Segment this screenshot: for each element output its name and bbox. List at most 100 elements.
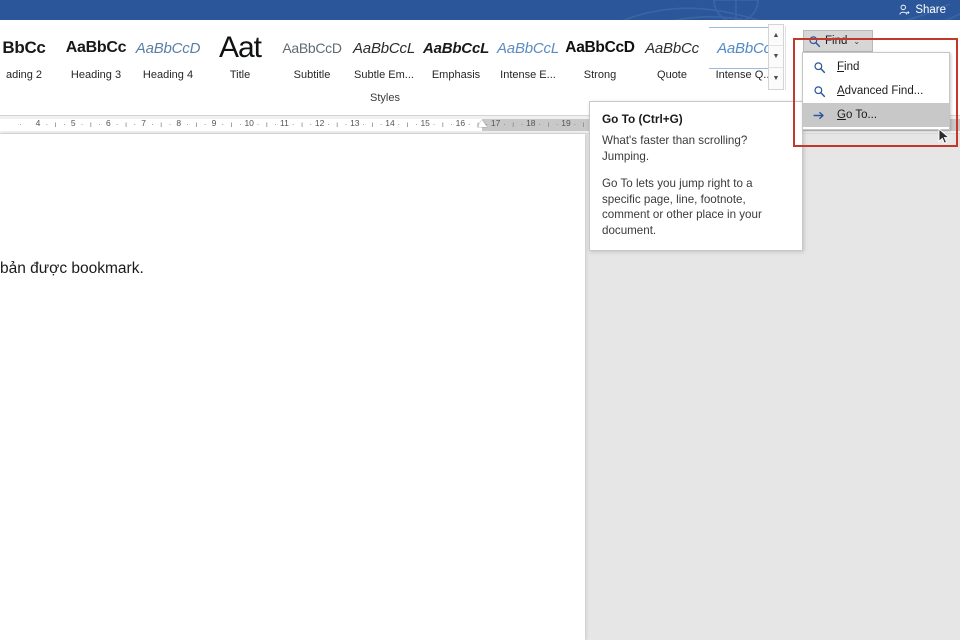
gallery-scroll-down-button[interactable]: ▼ <box>769 46 783 68</box>
menu-item-label: Advanced Find... <box>837 85 924 97</box>
ruler-minor-tick: · <box>555 119 559 129</box>
style-name-label: Subtle Em... <box>354 69 414 81</box>
styles-gallery-scrollbar[interactable]: ▲ ▼ ▼ <box>768 24 784 90</box>
group-divider <box>785 26 786 90</box>
ruler-minor-tick: · <box>467 119 471 129</box>
style-gallery-item[interactable]: AaBbCcL Intense E... <box>492 24 564 88</box>
find-dropdown-menu[interactable]: Find Advanced Find... Go To... <box>802 52 950 130</box>
ruler-minor-tick: ı <box>582 119 585 129</box>
share-button[interactable]: Share <box>894 1 950 19</box>
ruler-minor-tick: · <box>502 119 506 129</box>
style-preview: BbCc <box>2 38 46 57</box>
style-gallery-item[interactable]: AaBbCcL Emphasis <box>420 24 492 88</box>
style-preview: AaBbCcL <box>422 39 490 57</box>
style-name-label: Strong <box>583 69 617 81</box>
ruler-minor-tick: · <box>168 119 172 129</box>
ruler-minor-tick: ı <box>89 119 92 129</box>
ruler-minor-tick: · <box>573 119 577 129</box>
menu-item-advanced-find[interactable]: Advanced Find... <box>803 79 949 103</box>
style-name-label: Quote <box>657 69 687 81</box>
magnifier-icon <box>809 35 821 47</box>
ribbon: BbCc ading 2 AaBbCc Heading 3 AaBbCcD Heading… <box>0 20 960 147</box>
ruler-minor-tick: · <box>62 119 66 129</box>
gallery-scroll-up-button[interactable]: ▲ <box>769 25 783 47</box>
editing-secondary-button[interactable] <box>883 30 947 52</box>
ruler-minor-tick: · <box>256 119 260 129</box>
ruler-minor-tick: · <box>291 119 295 129</box>
tooltip-paragraph: Go To lets you jump right to a specific … <box>602 177 762 237</box>
ruler-minor-tick: ı <box>230 119 233 129</box>
style-preview: AaBbCcD <box>565 39 635 56</box>
menu-item-go-to[interactable]: Go To... <box>803 103 949 127</box>
tooltip-title: Go To (Ctrl+G) <box>602 112 683 126</box>
ruler-minor-tick: · <box>538 119 542 129</box>
ruler-minor-tick: ı <box>160 119 163 129</box>
style-preview: AaBbCcL <box>353 39 415 57</box>
ruler-minor-tick: ı <box>371 119 374 129</box>
style-preview: AaBbCcD <box>282 40 342 56</box>
menu-item-label: Go To... <box>837 109 878 121</box>
tooltip-body: What's faster than scrolling? Jumping. Go… <box>602 133 790 238</box>
ruler-minor-tick: ı <box>547 119 550 129</box>
ruler-tick-label: 10 <box>244 118 254 128</box>
ruler-minor-tick: ı <box>476 119 480 129</box>
ruler-minor-tick: ı <box>336 119 339 129</box>
ruler-tick-label: 18 <box>526 118 536 128</box>
ruler-minor-tick: · <box>80 119 84 129</box>
style-name-label: Subtitle <box>293 69 331 81</box>
goto-tooltip: Go To (Ctrl+G) What's faster than scroll… <box>589 101 803 251</box>
tooltip-paragraph: What's faster than scrolling? Jumping. <box>602 134 748 163</box>
ruler-minor-tick: · <box>432 119 436 129</box>
ruler-tick-label: 13 <box>350 118 360 128</box>
styles-gallery[interactable]: BbCc ading 2 AaBbCc Heading 3 AaBbCcD Heading… <box>0 24 780 90</box>
ruler-tick-label: 9 <box>211 118 217 128</box>
style-gallery-item[interactable]: BbCc ading 2 <box>0 24 60 88</box>
ruler-minor-tick: · <box>238 119 242 129</box>
ruler-tick-label: 19 <box>561 118 571 128</box>
document-paragraph[interactable]: bản được bookmark. <box>0 260 144 278</box>
ruler-minor-tick: · <box>450 119 454 129</box>
ruler-minor-tick: · <box>150 119 154 129</box>
ruler-minor-tick: · <box>203 119 207 129</box>
ruler-minor-tick: · <box>344 119 348 129</box>
chevron-down-icon: ⌄ <box>853 36 861 46</box>
ruler-tick-label: 15 <box>420 118 430 128</box>
style-preview: AaBbCc <box>645 39 699 57</box>
style-gallery-item[interactable]: AaBbCc Quote <box>636 24 708 88</box>
style-gallery-item[interactable]: AaBbCc Heading 3 <box>60 24 132 88</box>
mouse-cursor <box>938 128 950 144</box>
ruler-minor-tick: · <box>379 119 383 129</box>
ruler-minor-tick: · <box>326 119 330 129</box>
ruler-minor-tick: · <box>397 119 401 129</box>
ruler-minor-tick: ı <box>512 119 515 129</box>
style-name-label: ading 2 <box>5 69 43 81</box>
style-name-label: Intense E... <box>500 69 556 81</box>
editing-group: Find ⌄ Find Advanced Find... Go To... <box>788 20 960 130</box>
arrow-right-icon <box>809 109 829 122</box>
document-page[interactable]: bản được bookmark. <box>0 134 585 640</box>
find-button[interactable]: Find ⌄ <box>803 30 873 52</box>
style-name-label: Heading 4 <box>142 69 194 81</box>
ruler-minor-tick: · <box>414 119 418 129</box>
ruler-minor-tick: · <box>274 119 278 129</box>
ruler-minor-tick: · <box>221 119 225 129</box>
menu-item-find[interactable]: Find <box>803 55 949 79</box>
style-gallery-item[interactable]: AaBbCcD Subtitle <box>276 24 348 88</box>
style-gallery-item[interactable]: Aat Title <box>204 24 276 88</box>
style-gallery-item[interactable]: AaBbCcD Strong <box>564 24 636 88</box>
ruler-minor-tick: ı <box>265 119 268 129</box>
magnifier-icon <box>809 61 829 74</box>
style-preview: AaBbCcL <box>497 39 559 57</box>
menu-item-label: Find <box>837 61 860 73</box>
magnifier-icon <box>809 85 829 98</box>
title-bar: Share <box>0 0 960 20</box>
style-gallery-item[interactable]: AaBbCcD Heading 4 <box>132 24 204 88</box>
ruler-minor-tick: · <box>115 119 119 129</box>
gallery-more-button[interactable]: ▼ <box>769 67 783 89</box>
ruler-minor-tick: · <box>485 119 489 129</box>
ruler-minor-tick: · <box>362 119 366 129</box>
style-gallery-item[interactable]: AaBbCcL Subtle Em... <box>348 24 420 88</box>
ruler-minor-tick: ı <box>54 119 57 129</box>
ruler-minor-tick: ı <box>124 119 128 129</box>
document-canvas: bản được bookmark. <box>0 134 960 640</box>
